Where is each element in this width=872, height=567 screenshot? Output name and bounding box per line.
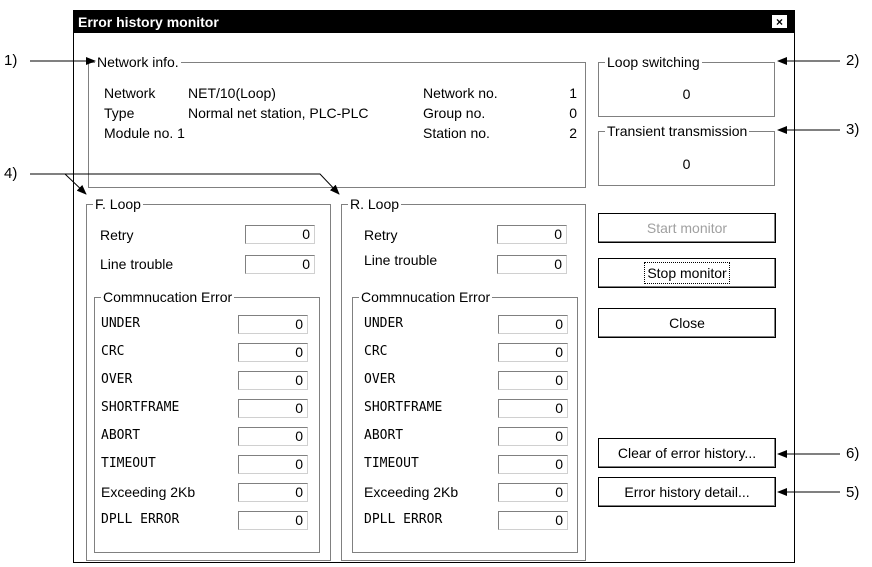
arrow-4b: [65, 173, 340, 195]
callout-arrows: [30, 57, 840, 496]
arrow-4a: [30, 173, 87, 195]
